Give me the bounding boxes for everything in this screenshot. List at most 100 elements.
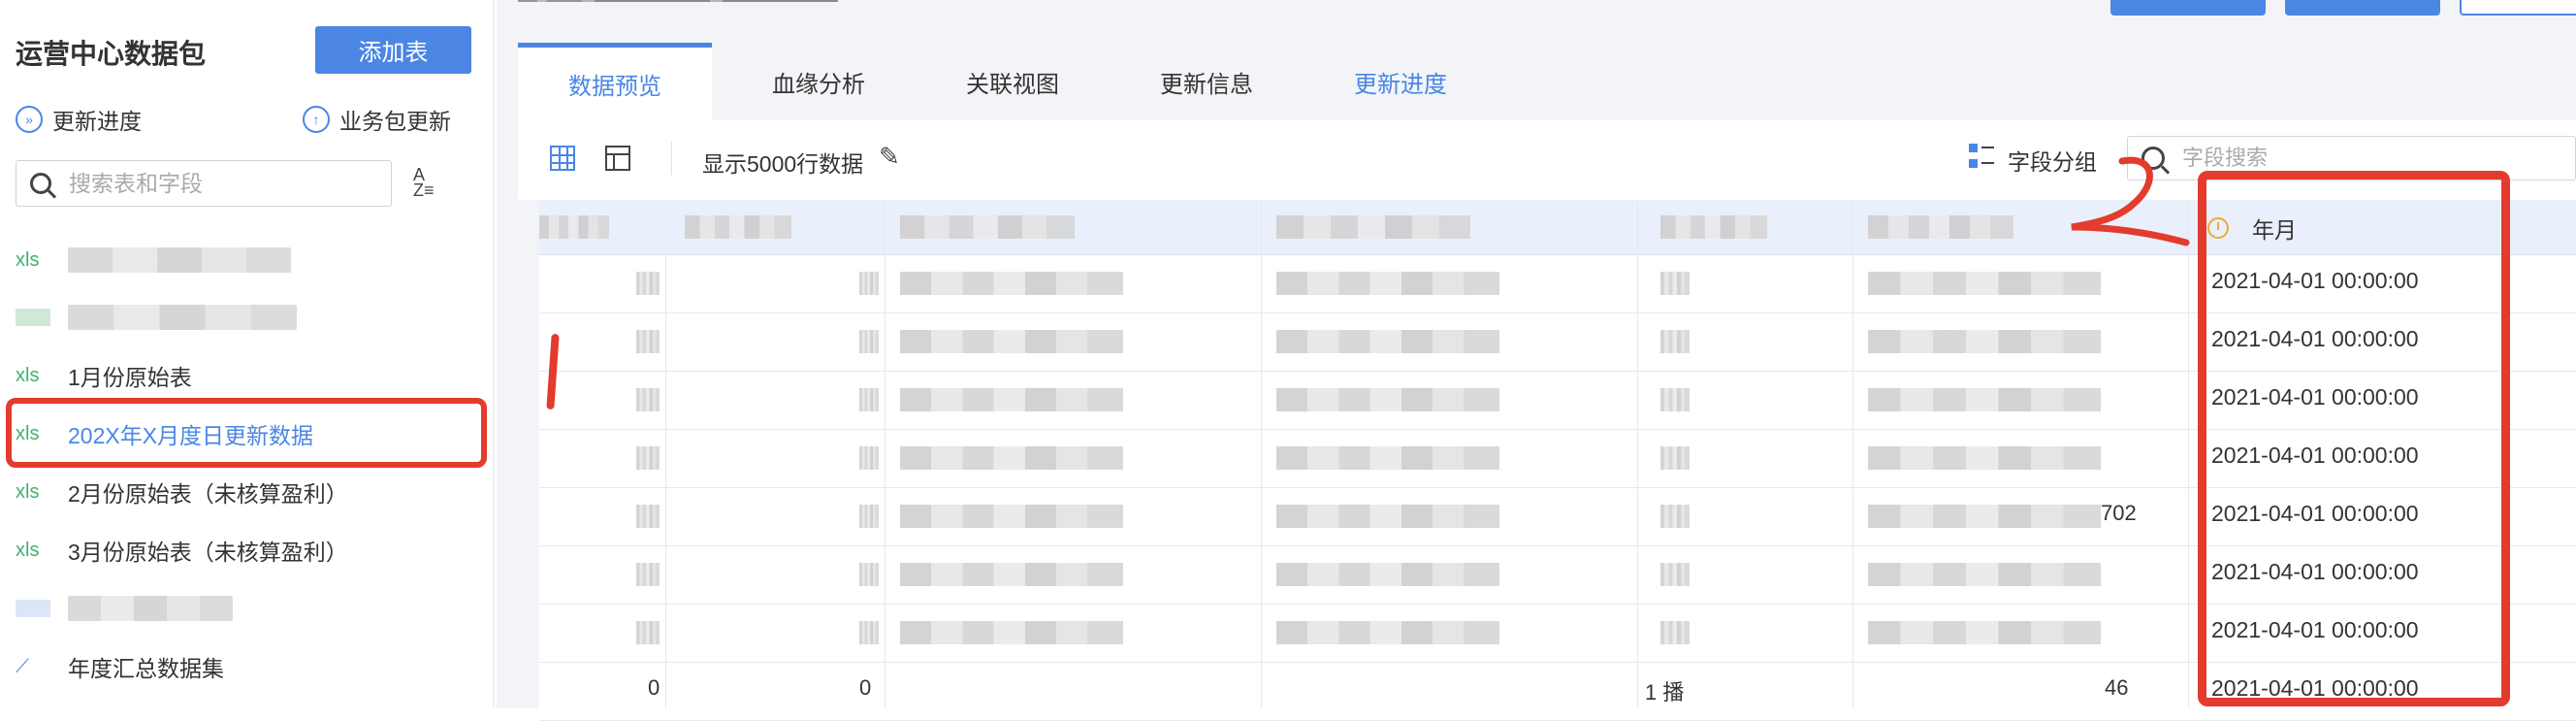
edit-button[interactable] [2285,0,2440,16]
tab-update-progress[interactable]: 更新进度 [1304,43,1497,120]
blurred-cell [900,505,1123,528]
blurred-label [68,596,233,621]
header-blurred [1660,215,1767,239]
list-item-label: 3月份原始表（未核算盈利） [68,540,348,565]
list-item[interactable]: ⟋ 年度汇总数据集 [0,639,495,695]
blurred-cell [1276,446,1499,470]
secondary-button[interactable] [2460,0,2576,16]
blurred-cell [1276,505,1499,528]
blurred-cell [859,272,879,295]
list-item[interactable]: xls 1月份原始表 [0,347,495,404]
row-limit-label: 显示5000行数据 [702,151,864,177]
list-item-label: 1月份原始表 [68,365,192,390]
sidebar-divider [493,0,495,708]
list-item[interactable] [0,289,495,345]
blurred-cell [1868,388,2101,411]
table-search-input[interactable] [67,169,381,198]
tab-update-info[interactable]: 更新信息 [1110,43,1304,120]
blurred-cell [1276,563,1499,586]
blurred-cell [1868,272,2101,295]
header-blurred [539,215,609,239]
annotation-box-left [6,398,487,468]
cell-fragment: 1 播 [1645,680,1685,705]
blurred-cell [859,446,879,470]
pencil-icon[interactable]: ✎ [879,142,900,172]
package-update-link[interactable]: ↑ 业务包更新 [303,103,451,136]
blurred-cell [1868,446,2101,470]
tab-bar: 数据预览 血缘分析 关联视图 更新信息 更新进度 [518,43,2576,120]
update-progress-link[interactable]: » 更新进度 [16,103,142,136]
list-item-label: 年度汇总数据集 [68,656,224,681]
blurred-cell [859,563,879,586]
top-action-button[interactable] [2110,0,2266,16]
list-item[interactable] [0,580,495,637]
blurred-cell [636,505,660,528]
field-search-input[interactable] [2180,145,2553,172]
blurred-cell [636,330,660,353]
update-progress-label: 更新进度 [52,109,142,134]
annotation-box-right [2198,171,2510,706]
blurred-cell [859,621,879,644]
page-title-cut [518,0,838,12]
package-title: 运营中心数据包 [16,39,207,69]
blurred-cell [900,563,1123,586]
cell-fragment: 0 [859,675,872,700]
table-search-box[interactable] [16,160,392,207]
blurred-cell [1276,621,1499,644]
blurred-cell [1660,621,1690,644]
blurred-cell [1660,505,1690,528]
blurred-cell [636,388,660,411]
blurred-cell [1276,388,1499,411]
blurred-label [68,305,297,330]
grid-view-icon[interactable] [550,146,575,171]
blurred-cell [1660,272,1690,295]
blurred-cell [1276,330,1499,353]
xls-icon: xls [16,480,40,503]
tab-lineage[interactable]: 血缘分析 [722,43,916,120]
blurred-cell [1660,388,1690,411]
blurred-cell [1868,330,2101,353]
search-icon [30,173,51,194]
list-item[interactable]: xls 2月份原始表（未核算盈利） [0,464,495,520]
blurred-cell [1660,330,1690,353]
add-table-button[interactable]: 添加表 [315,26,471,74]
xls-icon: xls [16,364,40,386]
xls-icon: xls [16,539,40,561]
blurred-cell [900,446,1123,470]
cell-fragment: 46 [2105,675,2129,700]
blurred-cell [636,446,660,470]
dataset-icon [16,600,50,617]
package-update-label: 业务包更新 [339,109,451,134]
table-icon [16,309,50,326]
upload-icon: ↑ [303,106,330,133]
header-blurred [1276,215,1470,239]
cell-fragment: 702 [2101,501,2137,525]
blurred-cell [636,563,660,586]
blurred-cell [1660,563,1690,586]
header-blurred [685,215,791,239]
blurred-cell [1868,563,2101,586]
annotation-mark-2 [2071,156,2190,246]
blurred-cell [1868,505,2101,528]
toolbar-divider [671,142,672,175]
list-item[interactable]: xls 3月份原始表（未核算盈利） [0,522,495,578]
tab-relation-view[interactable]: 关联视图 [916,43,1110,120]
blurred-cell [900,621,1123,644]
card-view-icon[interactable] [605,146,630,171]
blurred-cell [859,505,879,528]
sort-icon[interactable]: A Z≡ [413,166,454,208]
cell-fragment: 0 [648,675,660,700]
tab-data-preview[interactable]: 数据预览 [518,43,712,120]
blurred-label [68,247,291,273]
blurred-cell [859,388,879,411]
sidebar: 运营中心数据包 添加表 » 更新进度 ↑ 业务包更新 AZ≡ xls xls 1… [0,0,495,708]
blurred-cell [900,272,1123,295]
blurred-cell [636,621,660,644]
field-group-icon[interactable] [1969,144,1994,169]
xls-icon: xls [16,248,40,271]
blurred-cell [900,330,1123,353]
list-item[interactable]: xls [0,232,495,288]
progress-icon: » [16,106,43,133]
blurred-cell [1868,621,2101,644]
header-blurred [1868,215,2013,239]
